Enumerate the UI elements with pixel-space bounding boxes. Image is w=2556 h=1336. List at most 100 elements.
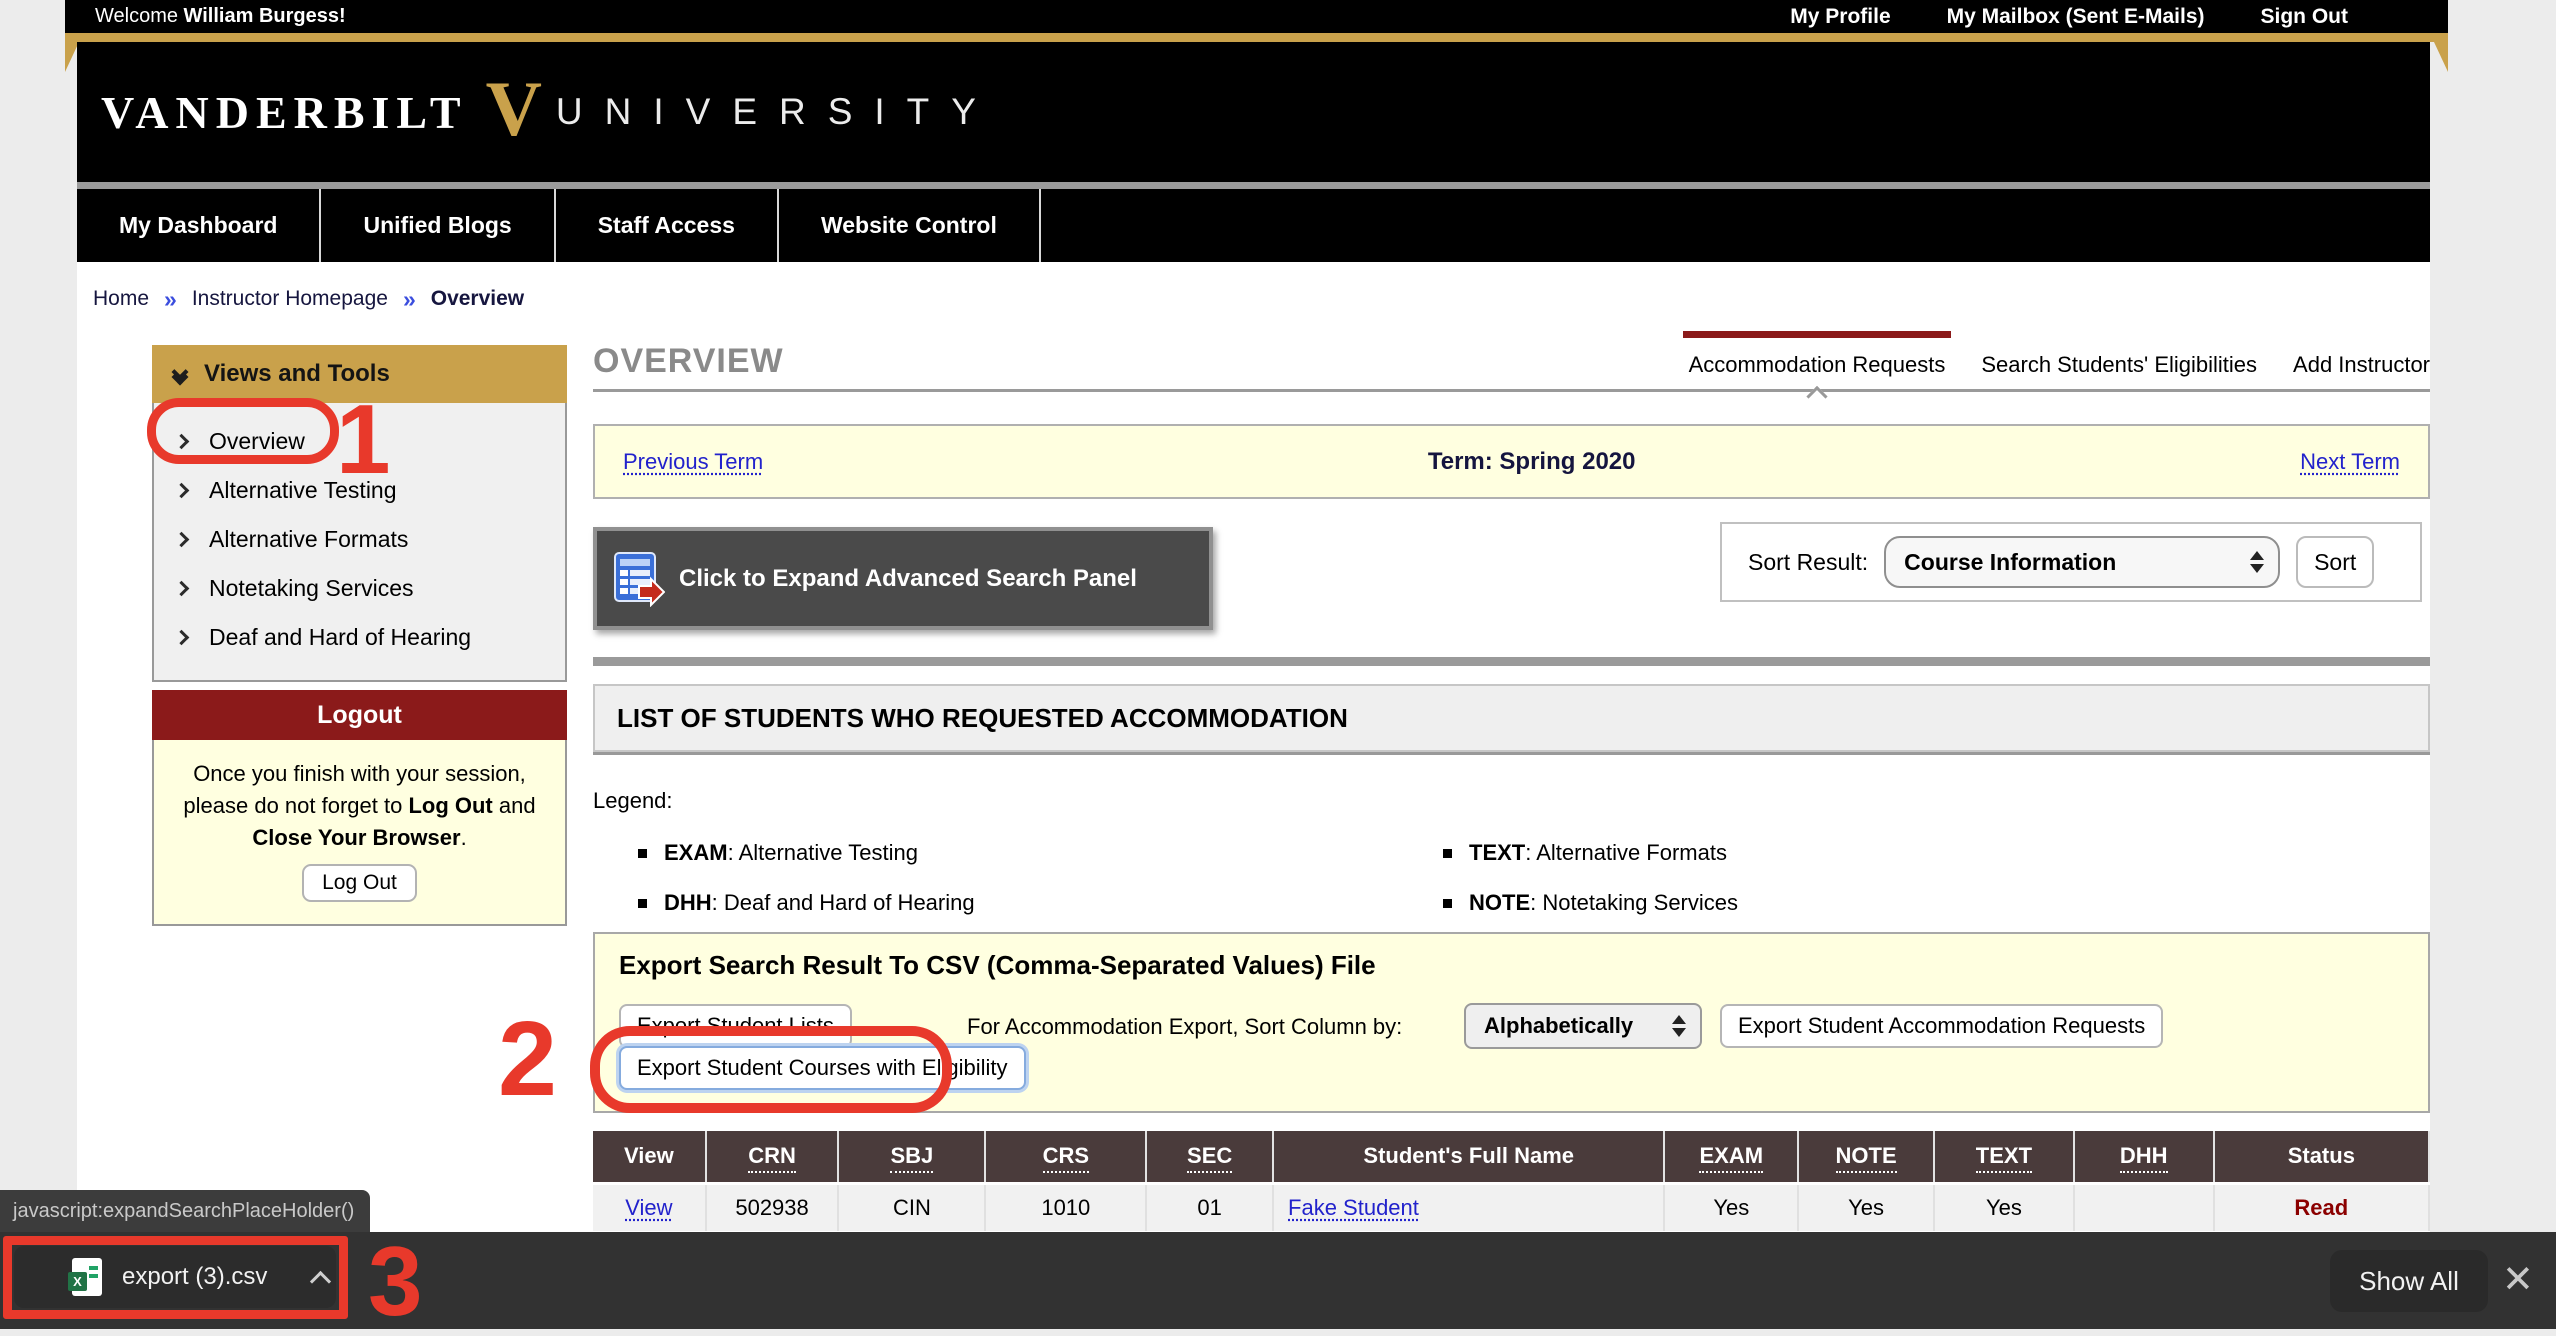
chevron-right-icon xyxy=(174,581,190,597)
excel-file-icon: X xyxy=(72,1258,102,1296)
show-all-downloads-button[interactable]: Show All xyxy=(2330,1250,2488,1312)
sidebar-item-deaf-and-hard-of-hearing[interactable]: Deaf and Hard of Hearing xyxy=(154,613,565,662)
export-accommodation-requests-button[interactable]: Export Student Accommodation Requests xyxy=(1720,1004,2163,1048)
welcome-bar: Welcome William Burgess! My Profile My M… xyxy=(65,0,2448,33)
my-profile-link[interactable]: My Profile xyxy=(1790,5,1890,29)
col-sbj[interactable]: SBJ xyxy=(838,1131,985,1183)
breadcrumb: Home » Instructor Homepage » Overview xyxy=(93,284,524,314)
legend-bullet xyxy=(638,899,647,908)
sidebar-item-label: Overview xyxy=(209,428,305,455)
students-table: View CRN SBJ CRS SEC Student's Full Name… xyxy=(593,1131,2430,1231)
col-crn[interactable]: CRN xyxy=(706,1131,839,1183)
col-student-name: Student's Full Name xyxy=(1273,1131,1664,1183)
my-mailbox-link[interactable]: My Mailbox (Sent E-Mails) xyxy=(1947,5,2205,29)
col-dhh[interactable]: DHH xyxy=(2074,1131,2214,1183)
breadcrumb-home[interactable]: Home xyxy=(93,287,149,311)
export-student-courses-button[interactable]: Export Student Courses with Eligibility xyxy=(619,1046,1026,1090)
tab-label: Accommodation Requests xyxy=(1689,352,1946,377)
double-chevron-down-icon xyxy=(174,366,186,383)
tab-baseline xyxy=(593,389,2430,392)
logo-wordmark-right: UNIVERSITY xyxy=(556,91,998,133)
chevron-right-icon xyxy=(174,630,190,646)
legend: EXAM: Alternative Testing TEXT: Alternat… xyxy=(638,840,1738,916)
up-down-arrows-icon xyxy=(2250,551,2264,573)
row-status-badge: Read xyxy=(2294,1195,2348,1220)
col-note[interactable]: NOTE xyxy=(1798,1131,1934,1183)
nav-item-unified-blogs[interactable]: Unified Blogs xyxy=(321,189,555,262)
vanderbilt-v-icon: V xyxy=(486,70,542,148)
breadcrumb-instructor-homepage[interactable]: Instructor Homepage xyxy=(192,287,388,311)
download-shelf xyxy=(0,1232,2556,1329)
logout-box-body: Once you finish with your session, pleas… xyxy=(152,740,567,926)
col-view: View xyxy=(593,1131,706,1183)
tab-accommodation-requests[interactable]: Accommodation Requests xyxy=(1689,352,1946,378)
export-sort-select[interactable]: Alphabetically xyxy=(1464,1003,1702,1049)
row-note: Yes xyxy=(1798,1183,1934,1231)
col-status: Status xyxy=(2214,1131,2429,1183)
sort-result-panel: Sort Result: Course Information Sort xyxy=(1720,522,2422,602)
sidebar-item-notetaking-services[interactable]: Notetaking Services xyxy=(154,564,565,613)
nav-item-website-control[interactable]: Website Control xyxy=(779,189,1041,262)
legend-bullet xyxy=(1443,849,1452,858)
row-student-name-link[interactable]: Fake Student xyxy=(1288,1195,1419,1220)
term-bar: Previous Term Term: Spring 2020 Next Ter… xyxy=(593,424,2430,499)
sidebar-item-label: Alternative Formats xyxy=(209,526,408,553)
table-row: View 502938 CIN 1010 01 Fake Student Yes… xyxy=(593,1183,2429,1231)
sidebar: Views and Tools Overview Alternative Tes… xyxy=(152,345,567,682)
row-crn: 502938 xyxy=(706,1183,839,1231)
topbar-links: My Profile My Mailbox (Sent E-Mails) Sig… xyxy=(1790,5,2348,29)
list-header: LIST OF STUDENTS WHO REQUESTED ACCOMMODA… xyxy=(593,684,2430,752)
legend-item-note: NOTE: Notetaking Services xyxy=(1443,890,1738,916)
tab-add-instructor[interactable]: Add Instructor xyxy=(2293,352,2430,378)
breadcrumb-current: Overview xyxy=(431,287,524,311)
current-term-label: Term: Spring 2020 xyxy=(1428,448,1636,476)
next-term-link[interactable]: Next Term xyxy=(2300,449,2400,475)
breadcrumb-separator-icon: » xyxy=(164,286,177,313)
col-exam[interactable]: EXAM xyxy=(1664,1131,1798,1183)
sign-out-link[interactable]: Sign Out xyxy=(2261,5,2349,29)
export-student-lists-button[interactable]: Export Student Lists xyxy=(619,1004,852,1048)
chevron-right-icon xyxy=(174,483,190,499)
sort-result-label: Sort Result: xyxy=(1748,549,1868,576)
row-sec: 01 xyxy=(1146,1183,1273,1231)
legend-label: Legend: xyxy=(593,788,673,814)
spreadsheet-red-arrow-icon xyxy=(613,551,665,607)
row-dhh xyxy=(2074,1183,2214,1231)
legend-item-exam: EXAM: Alternative Testing xyxy=(638,840,1443,866)
log-out-button[interactable]: Log Out xyxy=(302,864,417,902)
sidebar-item-label: Deaf and Hard of Hearing xyxy=(209,624,471,651)
col-sec[interactable]: SEC xyxy=(1146,1131,1273,1183)
col-text[interactable]: TEXT xyxy=(1934,1131,2074,1183)
legend-bullet xyxy=(638,849,647,858)
chevron-up-icon[interactable] xyxy=(310,1270,331,1291)
nav-item-staff-access[interactable]: Staff Access xyxy=(556,189,779,262)
sidebar-header-views-and-tools[interactable]: Views and Tools xyxy=(152,345,567,403)
welcome-text: Welcome William Burgess! xyxy=(95,5,346,28)
sidebar-item-overview[interactable]: Overview xyxy=(154,417,565,466)
downloaded-file-chip[interactable]: X export (3).csv xyxy=(14,1246,336,1308)
nav-top-strip xyxy=(77,182,2430,189)
sidebar-item-alternative-formats[interactable]: Alternative Formats xyxy=(154,515,565,564)
close-download-shelf-icon[interactable]: ✕ xyxy=(2502,1257,2534,1302)
expand-advanced-search-label: Click to Expand Advanced Search Panel xyxy=(679,565,1137,593)
expand-advanced-search-button[interactable]: Click to Expand Advanced Search Panel xyxy=(593,527,1213,630)
export-sort-selected-value: Alphabetically xyxy=(1484,1013,1660,1039)
nav-item-my-dashboard[interactable]: My Dashboard xyxy=(77,189,321,262)
gold-corner-right xyxy=(2434,42,2448,72)
col-crs[interactable]: CRS xyxy=(985,1131,1146,1183)
logo-wordmark-left: VANDERBILT xyxy=(101,86,468,139)
sort-button[interactable]: Sort xyxy=(2296,536,2374,588)
sort-result-select[interactable]: Course Information xyxy=(1884,536,2280,588)
row-view-link[interactable]: View xyxy=(625,1195,672,1220)
breadcrumb-separator-icon: » xyxy=(403,286,416,313)
section-divider xyxy=(593,657,2430,666)
export-sort-label: For Accommodation Export, Sort Column by… xyxy=(967,1014,1402,1040)
chevron-right-icon xyxy=(174,434,190,450)
sidebar-item-alternative-testing[interactable]: Alternative Testing xyxy=(154,466,565,515)
tab-search-students-eligibilities[interactable]: Search Students' Eligibilities xyxy=(1981,352,2257,378)
sidebar-header-label: Views and Tools xyxy=(204,360,390,388)
row-sbj: CIN xyxy=(838,1183,985,1231)
main-nav: My Dashboard Unified Blogs Staff Access … xyxy=(77,189,2430,262)
page-title: OVERVIEW xyxy=(593,342,784,381)
previous-term-link[interactable]: Previous Term xyxy=(623,449,763,475)
